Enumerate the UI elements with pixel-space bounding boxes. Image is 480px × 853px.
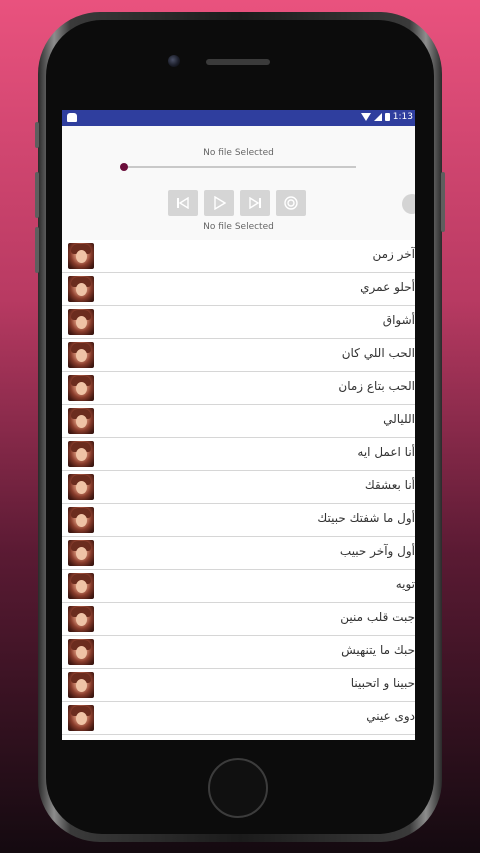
skip-next-icon	[249, 197, 261, 209]
song-row[interactable]: أحلو عمري	[62, 273, 415, 306]
thumbnail-face	[76, 382, 87, 395]
song-list: آخر زمن أحلو عمري أشواق الحب اللي كان الحب ب…	[62, 240, 415, 735]
song-title: آخر زمن	[372, 247, 415, 261]
song-thumbnail	[68, 441, 94, 467]
song-thumbnail	[68, 672, 94, 698]
player-controls	[168, 190, 306, 216]
volume-down-button	[35, 227, 39, 273]
song-thumbnail	[68, 705, 94, 731]
battery-icon	[384, 113, 390, 121]
audio-player: No file Selected No file Selected	[62, 126, 415, 240]
song-title: أنا بعشقك	[364, 478, 415, 492]
song-thumbnail	[68, 540, 94, 566]
signal-icon	[373, 113, 382, 121]
mute-switch	[35, 122, 39, 148]
repeat-button[interactable]	[276, 190, 306, 216]
toggle-switch[interactable]	[402, 194, 415, 214]
song-row[interactable]: حبك ما يتنهيش	[62, 636, 415, 669]
song-row[interactable]: تويه	[62, 570, 415, 603]
song-title: الحب اللي كان	[341, 346, 415, 360]
song-row[interactable]: أنا بعشقك	[62, 471, 415, 504]
song-title: أشواق	[382, 313, 415, 327]
song-thumbnail	[68, 309, 94, 335]
seek-bar[interactable]	[120, 163, 356, 171]
song-title: حبينا و اتحبينا	[350, 676, 415, 690]
song-thumbnail	[68, 276, 94, 302]
song-row[interactable]: آخر زمن	[62, 240, 415, 273]
song-row[interactable]: جبت قلب منين	[62, 603, 415, 636]
song-row[interactable]: دوى عيني	[62, 702, 415, 735]
next-button[interactable]	[240, 190, 270, 216]
song-title: أحلو عمري	[360, 280, 415, 294]
song-title: الليالي	[383, 412, 415, 426]
thumbnail-face	[76, 250, 87, 263]
song-row[interactable]: الحب اللي كان	[62, 339, 415, 372]
thumbnail-face	[76, 283, 87, 296]
earpiece-speaker	[206, 59, 270, 65]
now-playing-label: No file Selected	[203, 222, 274, 232]
thumbnail-face	[76, 415, 87, 428]
song-thumbnail	[68, 474, 94, 500]
song-title: أول وآخر حبيب	[339, 544, 415, 558]
thumbnail-face	[76, 679, 87, 692]
volume-up-button	[35, 172, 39, 218]
thumbnail-face	[76, 580, 87, 593]
status-bar: 1:13	[62, 110, 415, 126]
repeat-icon	[284, 196, 298, 210]
thumbnail-face	[76, 514, 87, 527]
song-row[interactable]: أشواق	[62, 306, 415, 339]
thumbnail-face	[76, 448, 87, 461]
song-thumbnail	[68, 243, 94, 269]
song-title: دوى عيني	[366, 709, 415, 723]
front-camera-icon	[168, 55, 180, 67]
play-button[interactable]	[204, 190, 234, 216]
wifi-icon	[360, 113, 371, 121]
song-row[interactable]: الحب بتاع زمان	[62, 372, 415, 405]
skip-previous-icon	[177, 197, 189, 209]
seek-thumb[interactable]	[120, 163, 128, 171]
song-title: أنا اعمل ايه	[357, 445, 415, 459]
song-title: حبك ما يتنهيش	[341, 643, 415, 657]
song-row[interactable]: أنا اعمل ايه	[62, 438, 415, 471]
song-row[interactable]: أول ما شفتك حبيتك	[62, 504, 415, 537]
home-button[interactable]	[208, 758, 268, 818]
selected-file-label: No file Selected	[203, 148, 274, 158]
song-row[interactable]: أول وآخر حبيب	[62, 537, 415, 570]
power-button	[441, 172, 445, 232]
song-row[interactable]: الليالي	[62, 405, 415, 438]
previous-button[interactable]	[168, 190, 198, 216]
song-thumbnail	[68, 507, 94, 533]
song-thumbnail	[68, 375, 94, 401]
thumbnail-face	[76, 481, 87, 494]
status-time: 1:13	[392, 112, 413, 122]
play-icon	[214, 196, 226, 210]
song-title: أول ما شفتك حبيتك	[317, 511, 415, 525]
song-thumbnail	[68, 606, 94, 632]
song-thumbnail	[68, 573, 94, 599]
thumbnail-face	[76, 547, 87, 560]
song-thumbnail	[68, 342, 94, 368]
song-row[interactable]: حبينا و اتحبينا	[62, 669, 415, 702]
thumbnail-face	[76, 712, 87, 725]
song-thumbnail	[68, 408, 94, 434]
song-title: جبت قلب منين	[340, 610, 415, 624]
app-screen: 1:13 No file Selected No file Selected آ…	[62, 110, 415, 740]
thumbnail-face	[76, 316, 87, 329]
song-title: تويه	[395, 577, 415, 591]
song-title: الحب بتاع زمان	[338, 379, 415, 393]
thumbnail-face	[76, 349, 87, 362]
thumbnail-face	[76, 613, 87, 626]
notification-icon	[67, 113, 77, 122]
thumbnail-face	[76, 646, 87, 659]
song-thumbnail	[68, 639, 94, 665]
